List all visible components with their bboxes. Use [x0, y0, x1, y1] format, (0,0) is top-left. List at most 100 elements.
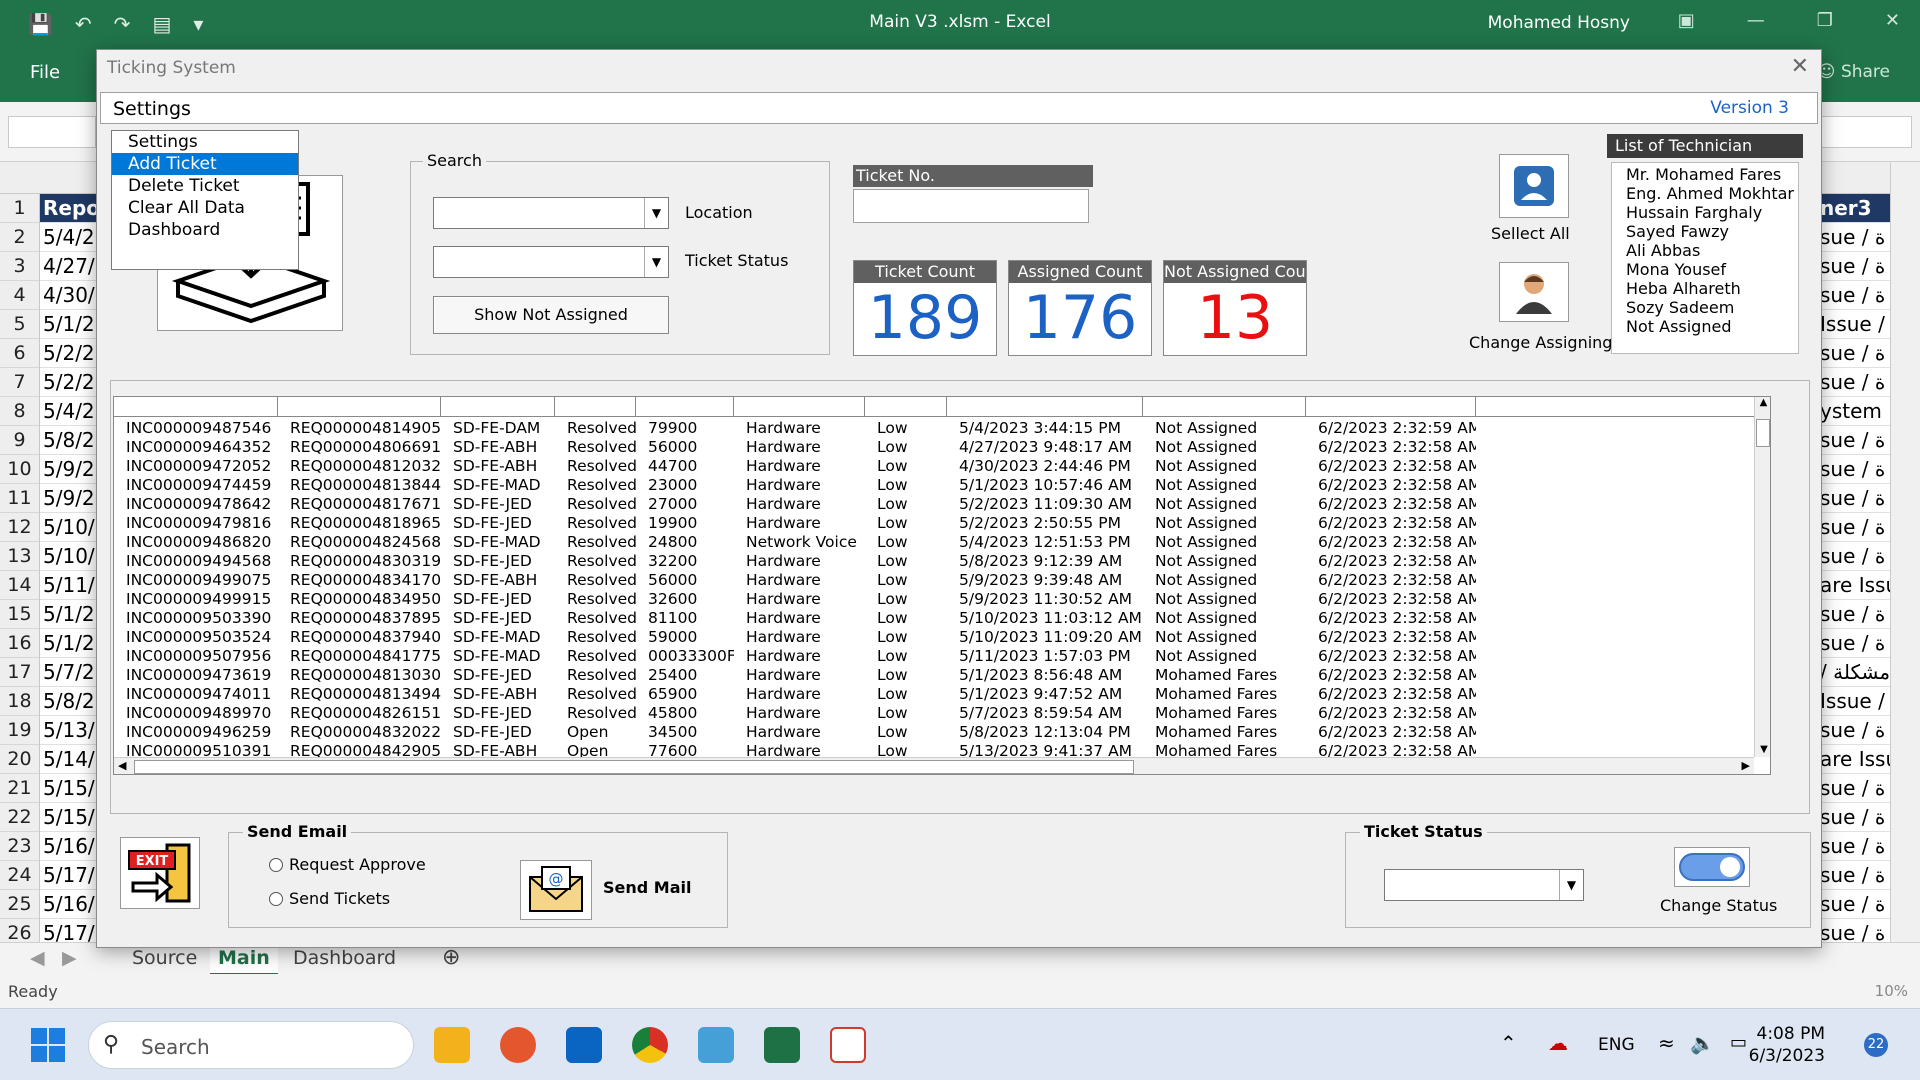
cell[interactable]: sue / ة	[1818, 368, 1890, 397]
scroll-up-icon[interactable]: ▲	[1755, 397, 1770, 408]
table-row[interactable]: INC000009487546 REQ000004814905 SD-FE-DAM R…	[114, 419, 1754, 438]
scroll-left-icon[interactable]: ◀	[118, 759, 126, 772]
cell[interactable]: sue / ة	[1818, 339, 1890, 368]
column-header[interactable]	[947, 397, 1143, 417]
change-assigning-button[interactable]	[1499, 262, 1569, 322]
send-tickets-radio[interactable]: Send Tickets	[269, 889, 390, 908]
cell[interactable]: 5/11/	[40, 571, 100, 600]
table-row[interactable]: INC000009489970 REQ000004826151 SD-FE-JED R…	[114, 704, 1754, 723]
change-status-button[interactable]	[1674, 847, 1750, 887]
location-combo[interactable]: ▼	[433, 197, 669, 229]
technician-item[interactable]: Mr. Mohamed Fares	[1626, 165, 1798, 184]
column-header[interactable]	[278, 397, 441, 417]
volume-icon[interactable]: 🔈	[1690, 1031, 1715, 1055]
chrome-icon[interactable]	[632, 1027, 668, 1063]
scroll-down-icon[interactable]: ▼	[1755, 744, 1770, 755]
cell[interactable]: sue / ة	[1818, 252, 1890, 281]
technician-item[interactable]: Hussain Farghaly	[1626, 203, 1798, 222]
cell[interactable]: sue / ة	[1818, 774, 1890, 803]
scroll-thumb[interactable]	[134, 760, 1134, 774]
sheet-prev-icon[interactable]: ◀	[30, 943, 45, 973]
cell[interactable]: sue / ة	[1818, 455, 1890, 484]
cell[interactable]: 5/1/2	[40, 310, 100, 339]
cell[interactable]: are Issu	[1818, 571, 1890, 600]
wifi-icon[interactable]: ≈	[1658, 1031, 1675, 1055]
restore-icon[interactable]: ❐	[1817, 10, 1833, 31]
send-mail-button[interactable]: @	[520, 860, 592, 920]
scroll-thumb[interactable]	[1756, 419, 1770, 447]
table-vertical-scrollbar[interactable]: ▲ ▼	[1754, 397, 1770, 757]
column-header[interactable]	[865, 397, 947, 417]
select-all-button[interactable]	[1499, 154, 1569, 218]
sheet-next-icon[interactable]: ▶	[62, 943, 77, 973]
cell[interactable]: sue / ة	[1818, 426, 1890, 455]
menu-item[interactable]: Add Ticket	[112, 153, 298, 175]
sheet-vertical-scrollbar[interactable]	[1890, 162, 1920, 947]
column-header[interactable]	[441, 397, 555, 417]
windows-start-icon[interactable]	[30, 1027, 66, 1063]
notification-badge[interactable]: 22	[1864, 1033, 1888, 1057]
file-tab[interactable]: File	[30, 62, 60, 83]
technician-item[interactable]: Not Assigned	[1626, 317, 1798, 336]
ribbon-display-icon[interactable]: ▣	[1678, 10, 1695, 31]
language-indicator[interactable]: ENG	[1598, 1035, 1635, 1055]
cell[interactable]: 5/2/2	[40, 339, 100, 368]
user-name[interactable]: Mohamed Hosny	[1488, 13, 1630, 33]
technician-item[interactable]: Mona Yousef	[1626, 260, 1798, 279]
chevron-down-icon[interactable]: ▼	[1559, 870, 1583, 900]
menu-item[interactable]: Clear All Data	[112, 197, 298, 219]
technician-item[interactable]: Eng. Ahmed Mokhtar	[1626, 184, 1798, 203]
menu-item[interactable]: Delete Ticket	[112, 175, 298, 197]
technicians-list[interactable]: Mr. Mohamed Fares Eng. Ahmed Mokhtar Hussa…	[1611, 162, 1799, 354]
snipping-tool-icon[interactable]	[698, 1027, 734, 1063]
table-row[interactable]: INC000009499915 REQ000004834950 SD-FE-JED R…	[114, 590, 1754, 609]
cell[interactable]: 5/1/2	[40, 629, 100, 658]
excel-icon[interactable]	[764, 1027, 800, 1063]
table-row[interactable]: INC000009503524 REQ000004837940 SD-FE-MAD R…	[114, 628, 1754, 647]
outlook-icon[interactable]	[566, 1027, 602, 1063]
minimize-icon[interactable]: —	[1747, 10, 1765, 31]
cell[interactable]: sue / ة	[1818, 716, 1890, 745]
exit-button[interactable]: EXIT	[120, 837, 200, 909]
cell[interactable]: 5/15/	[40, 774, 100, 803]
cell[interactable]: Issue /	[1818, 310, 1890, 339]
cell[interactable]: 5/10/	[40, 542, 100, 571]
cell[interactable]: 5/8/2	[40, 426, 100, 455]
name-box[interactable]	[8, 116, 96, 148]
technician-item[interactable]: Heba Alhareth	[1626, 279, 1798, 298]
cell[interactable]: ner3	[1818, 194, 1890, 223]
taskbar-search[interactable]: ⚲ Search	[88, 1021, 414, 1069]
cell[interactable]: sue / ة	[1818, 484, 1890, 513]
cell[interactable]: sue / ة	[1818, 803, 1890, 832]
table-row[interactable]: INC000009503390 REQ000004837895 SD-FE-JED R…	[114, 609, 1754, 628]
table-row[interactable]: INC000009479816 REQ000004818965 SD-FE-JED R…	[114, 514, 1754, 533]
cell[interactable]: sue / ة	[1818, 861, 1890, 890]
cell[interactable]: sue / ة	[1818, 513, 1890, 542]
cell[interactable]: 4/30/	[40, 281, 100, 310]
tickets-table[interactable]: INC000009487546 REQ000004814905 SD-FE-DAM R…	[113, 396, 1771, 775]
cell[interactable]: 5/16/	[40, 890, 100, 919]
cell[interactable]: 5/9/2	[40, 484, 100, 513]
request-approve-radio[interactable]: Request Approve	[269, 855, 426, 874]
table-row[interactable]: INC000009499075 REQ000004834170 SD-FE-ABH R…	[114, 571, 1754, 590]
network-alert-icon[interactable]: ☁	[1548, 1031, 1568, 1055]
cell[interactable]: 5/1/2	[40, 600, 100, 629]
ticket-status-combo[interactable]: ▼	[433, 246, 669, 278]
table-row[interactable]: INC000009474011 REQ000004813494 SD-FE-ABH R…	[114, 685, 1754, 704]
chevron-down-icon[interactable]: ▼	[644, 247, 668, 277]
cell[interactable]: sue / ة	[1818, 281, 1890, 310]
menu-item[interactable]: Dashboard	[112, 219, 298, 241]
cell[interactable]: 5/16/	[40, 832, 100, 861]
show-not-assigned-button[interactable]: Show Not Assigned	[433, 296, 669, 334]
cell[interactable]: sue / ة	[1818, 890, 1890, 919]
firefox-icon[interactable]	[500, 1027, 536, 1063]
cell[interactable]: are Issu	[1818, 745, 1890, 774]
cell[interactable]: / مشكلة	[1818, 658, 1890, 687]
cell[interactable]: 5/9/2	[40, 455, 100, 484]
column-header[interactable]	[734, 397, 865, 417]
cell[interactable]: 5/10/	[40, 513, 100, 542]
zoom-level[interactable]: 10%	[1875, 982, 1908, 1000]
cell[interactable]: 5/2/2	[40, 368, 100, 397]
cell[interactable]: 5/13/	[40, 716, 100, 745]
cell[interactable]: 5/15/	[40, 803, 100, 832]
